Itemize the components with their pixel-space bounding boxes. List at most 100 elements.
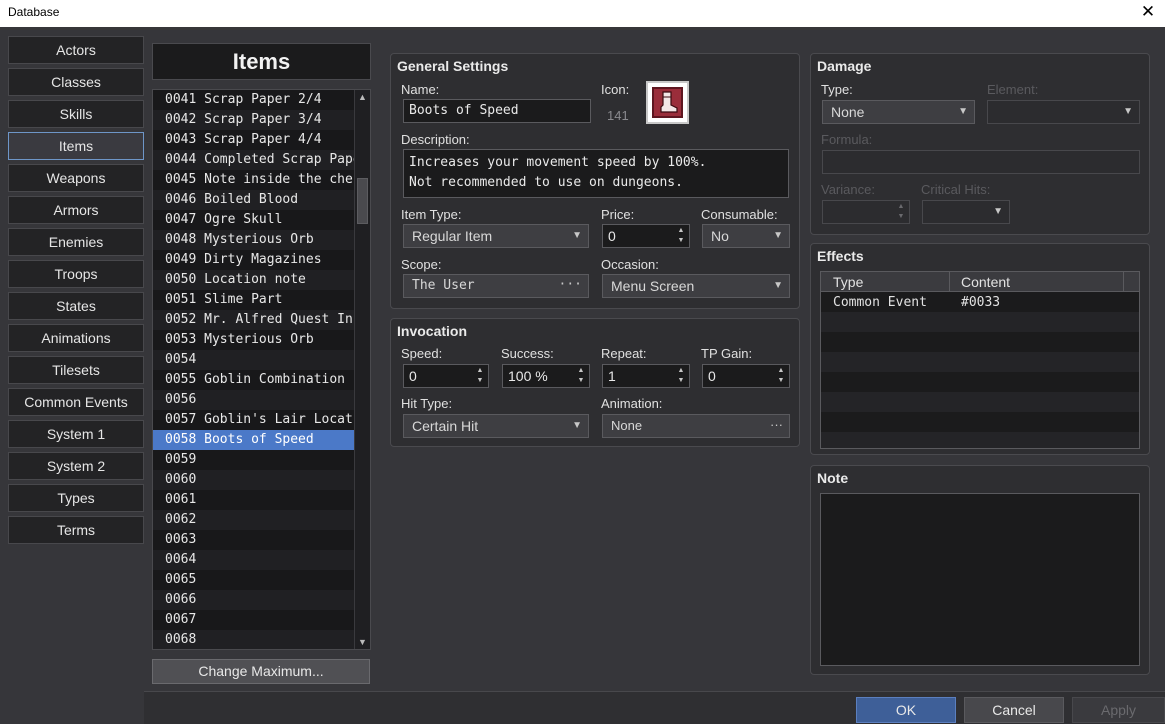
list-item[interactable]: 0041 Scrap Paper 2/4	[153, 90, 354, 110]
list-item[interactable]: 0058 Boots of Speed	[153, 430, 354, 450]
ellipsis-icon: ···	[770, 417, 783, 432]
ok-button[interactable]: OK	[856, 697, 956, 723]
scroll-down-icon[interactable]: ▼	[355, 635, 370, 649]
list-item[interactable]: 0053 Mysterious Orb	[153, 330, 354, 350]
list-item[interactable]: 0042 Scrap Paper 3/4	[153, 110, 354, 130]
occasion-select[interactable]: Menu Screen ▼	[602, 274, 790, 298]
list-item[interactable]: 0062	[153, 510, 354, 530]
col-content-header[interactable]: Content	[961, 274, 1010, 290]
note-panel: Note	[810, 465, 1150, 675]
list-item[interactable]: 0057 Goblin's Lair Locat···	[153, 410, 354, 430]
effects-row[interactable]	[821, 432, 1139, 448]
col-type-header[interactable]: Type	[833, 274, 863, 290]
spin-arrows-icon[interactable]: ▲ ▼	[776, 366, 786, 386]
tab-weapons[interactable]: Weapons	[8, 164, 144, 192]
animation-select[interactable]: None ···	[602, 414, 790, 438]
list-item[interactable]: 0046 Boiled Blood	[153, 190, 354, 210]
tab-types[interactable]: Types	[8, 484, 144, 512]
element-select[interactable]: ▼	[987, 100, 1140, 124]
effects-row[interactable]	[821, 332, 1139, 352]
tab-classes[interactable]: Classes	[8, 68, 144, 96]
speed-stepper[interactable]: 0 ▲ ▼	[403, 364, 489, 388]
name-field[interactable]: Boots of Speed	[403, 99, 591, 123]
tp-gain-stepper[interactable]: 0 ▲ ▼	[702, 364, 790, 388]
list-scrollbar[interactable]: ▲ ▼	[354, 90, 370, 649]
tab-system-2[interactable]: System 2	[8, 452, 144, 480]
critical-hits-select[interactable]: ▼	[922, 200, 1010, 224]
list-item[interactable]: 0052 Mr. Alfred Quest In···	[153, 310, 354, 330]
formula-field[interactable]	[822, 150, 1140, 174]
success-stepper[interactable]: 100 % ▲ ▼	[502, 364, 590, 388]
tab-terms[interactable]: Terms	[8, 516, 144, 544]
list-item[interactable]: 0059	[153, 450, 354, 470]
spin-arrows-icon[interactable]: ▲ ▼	[896, 202, 906, 222]
effects-row[interactable]	[821, 312, 1139, 332]
tab-common-events[interactable]: Common Events	[8, 388, 144, 416]
chevron-down-icon: ▼	[572, 230, 582, 241]
icon-picker[interactable]	[646, 81, 689, 124]
tab-system-1[interactable]: System 1	[8, 420, 144, 448]
list-item[interactable]: 0048 Mysterious Orb	[153, 230, 354, 250]
spin-arrows-icon[interactable]: ▲ ▼	[475, 366, 485, 386]
list-item[interactable]: 0055 Goblin Combination ···	[153, 370, 354, 390]
list-item[interactable]: 0044 Completed Scrap Paper	[153, 150, 354, 170]
list-item[interactable]: 0063	[153, 530, 354, 550]
tab-troops[interactable]: Troops	[8, 260, 144, 288]
button-bar: OK Cancel Apply	[144, 691, 1165, 724]
tab-animations[interactable]: Animations	[8, 324, 144, 352]
tab-items[interactable]: Items	[8, 132, 144, 160]
repeat-stepper[interactable]: 1 ▲ ▼	[602, 364, 690, 388]
tab-tilesets[interactable]: Tilesets	[8, 356, 144, 384]
list-item[interactable]: 0066	[153, 590, 354, 610]
tab-actors[interactable]: Actors	[8, 36, 144, 64]
item-type-value: Regular Item	[412, 228, 493, 244]
damage-title: Damage	[817, 58, 872, 74]
variance-stepper[interactable]: ▲ ▼	[822, 200, 910, 224]
list-item[interactable]: 0064	[153, 550, 354, 570]
list-item[interactable]: 0065	[153, 570, 354, 590]
list-item[interactable]: 0056	[153, 390, 354, 410]
hit-type-select[interactable]: Certain Hit ▼	[403, 414, 589, 438]
list-item[interactable]: 0061	[153, 490, 354, 510]
scroll-thumb[interactable]	[357, 178, 368, 224]
damage-type-select[interactable]: None ▼	[822, 100, 975, 124]
apply-button[interactable]: Apply	[1072, 697, 1165, 723]
spin-arrows-icon[interactable]: ▲ ▼	[576, 366, 586, 386]
tab-armors[interactable]: Armors	[8, 196, 144, 224]
list-item[interactable]: 0067	[153, 610, 354, 630]
list-item[interactable]: 0045 Note inside the chest	[153, 170, 354, 190]
list-item[interactable]: 0047 Ogre Skull	[153, 210, 354, 230]
effects-row[interactable]	[821, 392, 1139, 412]
list-item[interactable]: 0068	[153, 630, 354, 649]
list-item[interactable]: 0054	[153, 350, 354, 370]
list-item[interactable]: 0043 Scrap Paper 4/4	[153, 130, 354, 150]
item-list[interactable]: 0041 Scrap Paper 2/4 0042 Scrap Paper 3/4…	[152, 89, 371, 650]
speed-value: 0	[409, 368, 417, 384]
cancel-button[interactable]: Cancel	[964, 697, 1064, 723]
effects-row[interactable]	[821, 352, 1139, 372]
tab-states[interactable]: States	[8, 292, 144, 320]
close-icon[interactable]: ✕	[1137, 2, 1159, 22]
effects-row[interactable]	[821, 372, 1139, 392]
consumable-select[interactable]: No ▼	[702, 224, 790, 248]
effect-type: Common Event	[833, 295, 927, 310]
list-item[interactable]: 0049 Dirty Magazines	[153, 250, 354, 270]
list-item[interactable]: 0050 Location note	[153, 270, 354, 290]
tab-skills[interactable]: Skills	[8, 100, 144, 128]
change-maximum-button[interactable]: Change Maximum...	[152, 659, 370, 684]
animation-value: None	[611, 418, 643, 433]
effects-row[interactable]: Common Event #0033	[821, 292, 1139, 312]
scope-select[interactable]: The User ···	[403, 274, 589, 298]
tab-enemies[interactable]: Enemies	[8, 228, 144, 256]
description-field[interactable]: Increases your movement speed by 100%. N…	[403, 149, 789, 198]
effects-row[interactable]	[821, 412, 1139, 432]
spin-arrows-icon[interactable]: ▲ ▼	[676, 366, 686, 386]
item-type-select[interactable]: Regular Item ▼	[403, 224, 589, 248]
scroll-up-icon[interactable]: ▲	[355, 90, 370, 104]
spin-arrows-icon[interactable]: ▲ ▼	[676, 226, 686, 246]
list-item[interactable]: 0060	[153, 470, 354, 490]
price-stepper[interactable]: 0 ▲ ▼	[602, 224, 690, 248]
effects-table[interactable]: Type Content Common Event #0033	[820, 271, 1140, 449]
note-textarea[interactable]	[820, 493, 1140, 666]
list-item[interactable]: 0051 Slime Part	[153, 290, 354, 310]
